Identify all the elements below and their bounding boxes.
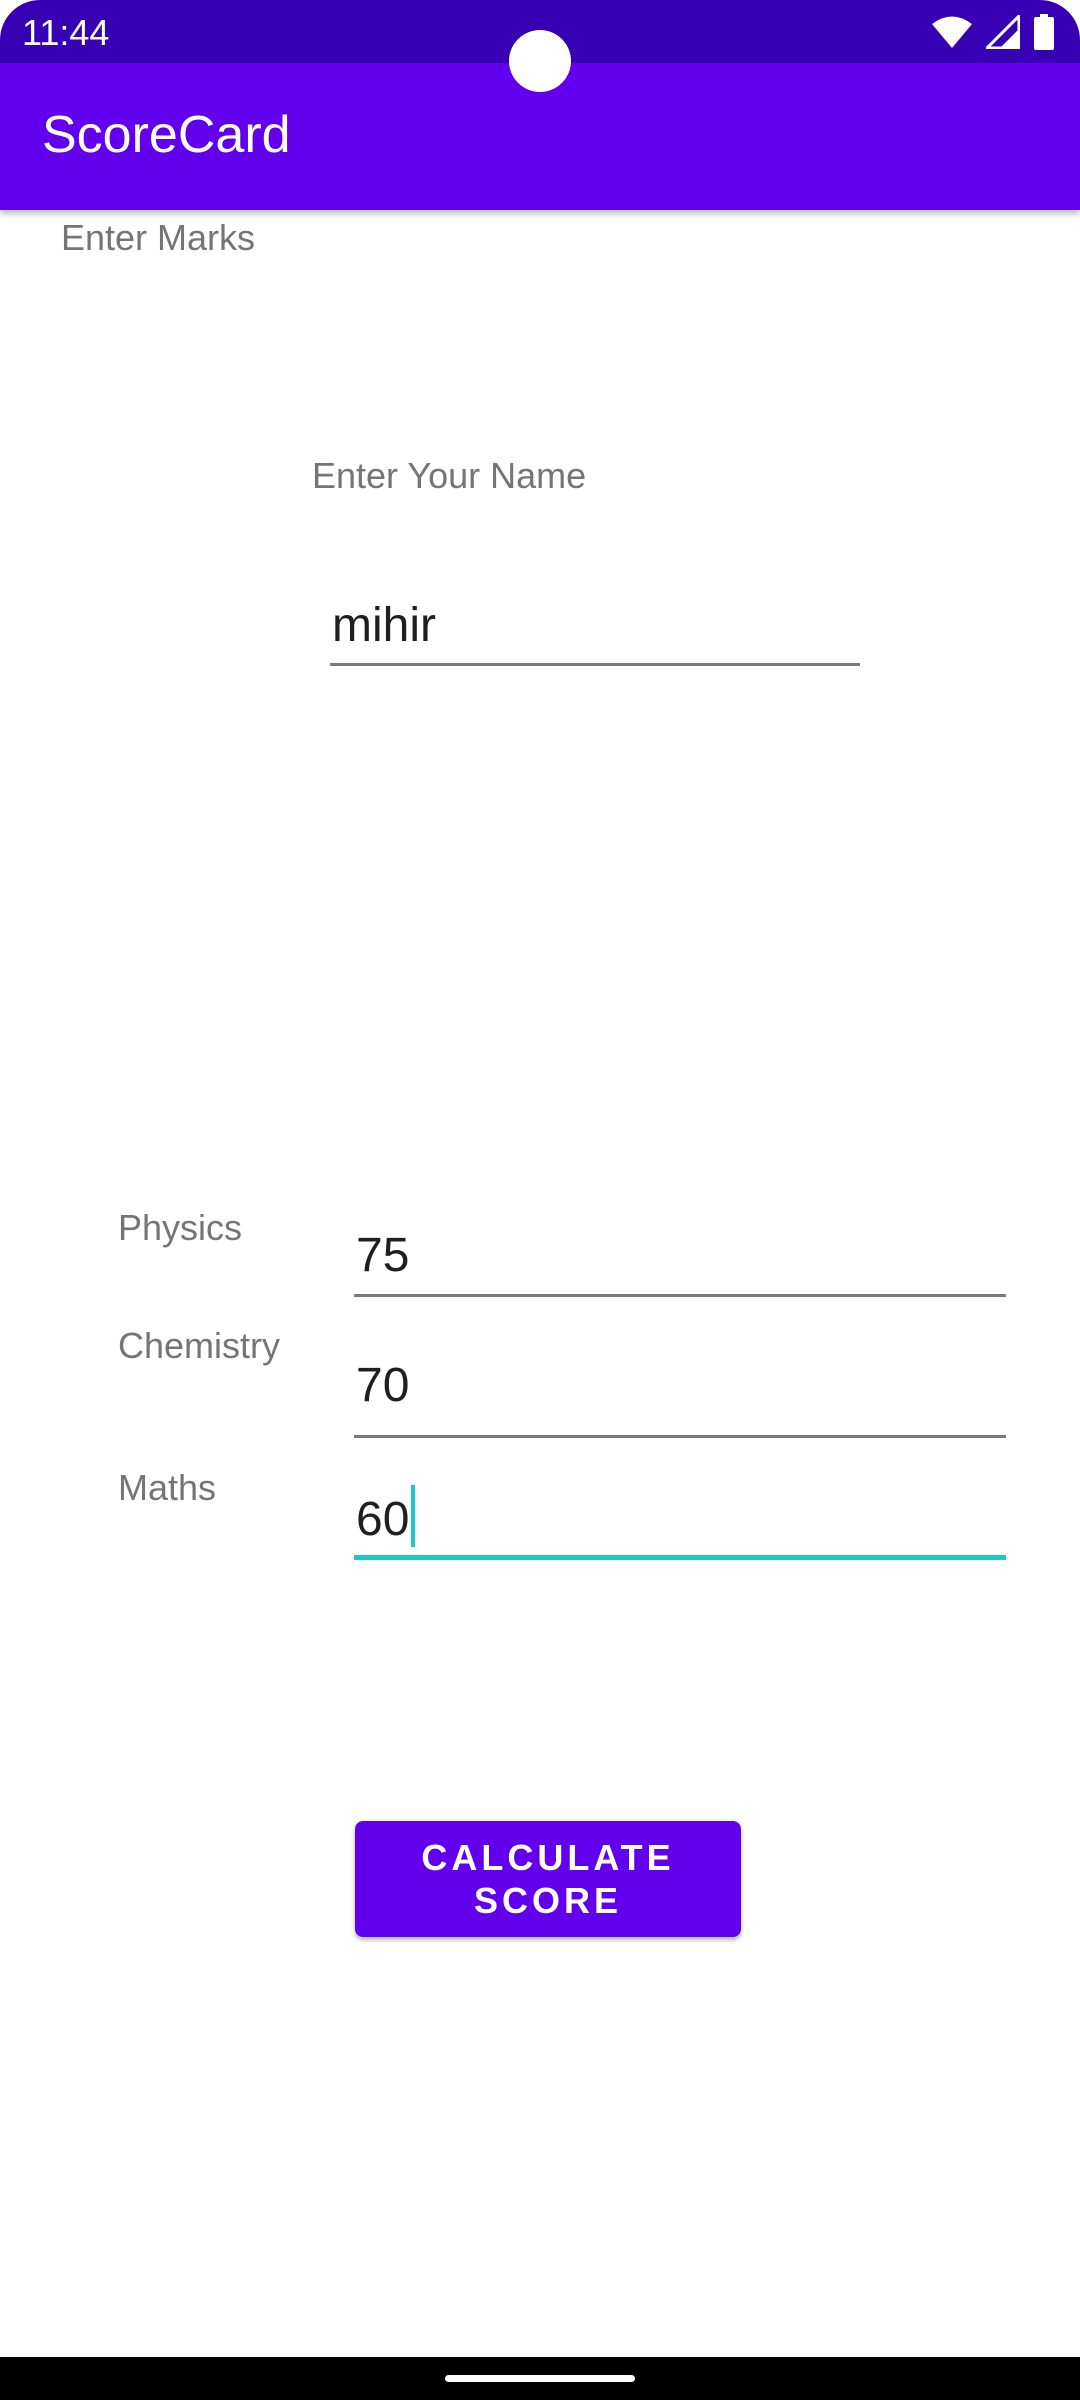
maths-input[interactable]: 60 xyxy=(354,1485,1006,1560)
camera-cutout xyxy=(509,30,571,92)
maths-input-value: 60 xyxy=(356,1493,410,1546)
battery-icon xyxy=(1034,14,1054,50)
signal-icon xyxy=(986,15,1020,49)
chemistry-label: Chemistry xyxy=(118,1325,281,1366)
wifi-icon xyxy=(932,15,972,49)
name-input[interactable]: mihir xyxy=(330,598,860,666)
physics-input[interactable]: 75 xyxy=(354,1228,1006,1297)
navigation-bar xyxy=(0,2357,1080,2400)
physics-label: Physics xyxy=(118,1207,243,1248)
name-input-value: mihir xyxy=(332,599,436,652)
chemistry-input[interactable]: 70 xyxy=(354,1358,1006,1438)
screen: 11:44 ScoreCard Enter Marks Enter Your N… xyxy=(0,0,1080,2400)
status-time: 11:44 xyxy=(22,12,110,53)
status-icons xyxy=(932,12,1054,52)
enter-marks-label: Enter Marks xyxy=(61,217,256,258)
calculate-score-button[interactable]: CALCULATE SCORE xyxy=(355,1821,741,1937)
text-cursor xyxy=(411,1485,416,1547)
chemistry-input-value: 70 xyxy=(356,1359,410,1412)
app-title: ScoreCard xyxy=(42,106,291,164)
physics-input-value: 75 xyxy=(356,1229,410,1282)
home-gesture-handle[interactable] xyxy=(445,2375,635,2382)
maths-label: Maths xyxy=(118,1467,217,1508)
name-label: Enter Your Name xyxy=(312,455,587,496)
calculate-score-label: CALCULATE SCORE xyxy=(421,1837,675,1921)
